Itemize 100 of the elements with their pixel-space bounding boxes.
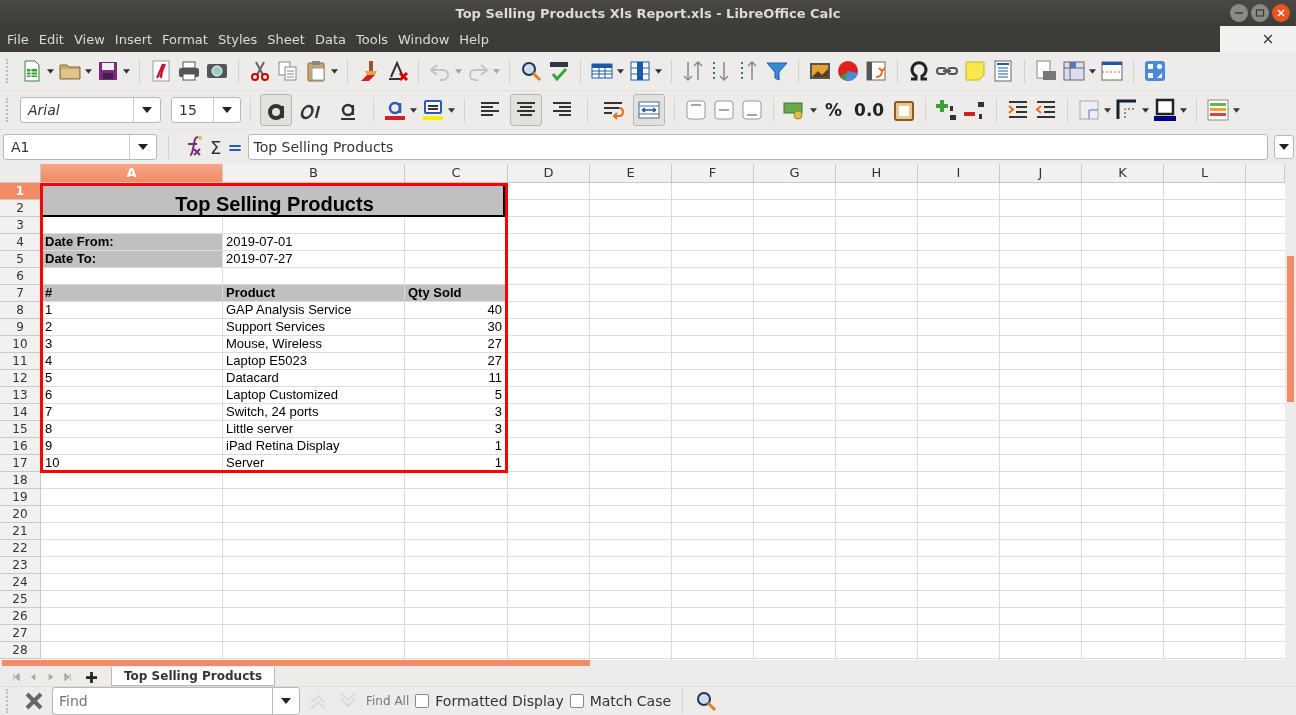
name-box[interactable]: A1 — [3, 134, 157, 160]
row-header[interactable]: 24 — [0, 574, 41, 591]
checkbox-label[interactable]: Match Case — [589, 693, 672, 709]
sheet-tab[interactable]: Top Selling Products — [111, 667, 276, 686]
checkbox-label[interactable]: Formatted Display — [435, 693, 564, 709]
row-header[interactable]: 7 — [0, 285, 41, 302]
number-format-button[interactable]: 0.0 — [850, 100, 889, 120]
dropdown-arrow-icon[interactable] — [1104, 107, 1112, 113]
dropdown-arrow-icon[interactable] — [47, 68, 54, 74]
find-replace-icon[interactable] — [694, 689, 719, 713]
sort-icon[interactable] — [681, 59, 705, 83]
sum-button[interactable]: Σ — [210, 136, 222, 158]
spellcheck-icon[interactable] — [547, 59, 571, 83]
align-center-button[interactable] — [510, 94, 542, 126]
row-header[interactable]: 19 — [0, 489, 41, 506]
pdf-icon[interactable] — [149, 59, 173, 83]
menu-item[interactable]: View — [68, 31, 110, 47]
expand-button[interactable] — [1274, 135, 1294, 159]
column-header[interactable]: F — [672, 164, 754, 183]
dropdown-arrow-icon[interactable] — [655, 68, 662, 74]
page-preview-icon[interactable] — [1034, 59, 1058, 83]
font-name-field[interactable]: Arial — [20, 97, 161, 123]
row-header[interactable]: 20 — [0, 506, 41, 523]
row-header[interactable]: 18 — [0, 472, 41, 489]
pivot-table-icon[interactable] — [864, 59, 888, 83]
row-header[interactable]: 14 — [0, 404, 41, 421]
menu-item[interactable]: Edit — [33, 31, 69, 47]
find-field[interactable]: Find — [52, 687, 272, 715]
menu-item[interactable]: Tools — [351, 31, 394, 47]
row-header[interactable]: 11 — [0, 353, 41, 370]
scissors-icon[interactable] — [248, 59, 272, 83]
dropdown-arrow-icon[interactable] — [331, 68, 338, 74]
row-header[interactable]: 26 — [0, 608, 41, 625]
row-header[interactable]: 17 — [0, 455, 41, 472]
checkbox[interactable] — [415, 694, 430, 708]
column-header[interactable]: I — [918, 164, 1000, 183]
column-header[interactable]: D — [508, 164, 590, 183]
dropdown-arrow-icon[interactable] — [448, 107, 455, 113]
row-header[interactable]: 22 — [0, 540, 41, 557]
minimize-button[interactable] — [1230, 4, 1248, 22]
dropdown-arrow-icon[interactable] — [810, 107, 817, 113]
column-header[interactable]: H — [836, 164, 918, 183]
menu-item[interactable]: Format — [157, 31, 213, 47]
border-color-icon[interactable] — [1153, 98, 1178, 122]
highlight-icon[interactable] — [421, 98, 445, 122]
menu-item[interactable]: Help — [454, 31, 494, 47]
conditional-format-icon[interactable] — [1206, 98, 1231, 122]
dropdown-arrow-icon[interactable] — [85, 68, 92, 74]
shapes-icon[interactable] — [1143, 59, 1167, 83]
save-icon[interactable] — [96, 59, 120, 83]
menu-item[interactable]: File — [2, 31, 34, 47]
row-header[interactable]: 9 — [0, 319, 41, 336]
row-header[interactable]: 6 — [0, 268, 41, 285]
menu-item[interactable]: Styles — [212, 31, 263, 47]
pie-chart-icon[interactable] — [836, 59, 860, 83]
columns-icon[interactable] — [628, 59, 652, 83]
find-replace-icon[interactable] — [519, 59, 543, 83]
close-document-button[interactable]: × — [1220, 26, 1296, 52]
row-header[interactable]: 27 — [0, 625, 41, 642]
formula-input[interactable]: Top Selling Products — [248, 134, 1268, 160]
row-header[interactable]: 8 — [0, 302, 41, 319]
scrollbar-thumb[interactable] — [1287, 256, 1294, 402]
dropdown-button[interactable] — [272, 687, 300, 715]
add-sheet-icon[interactable] — [86, 672, 97, 683]
column-header[interactable]: K — [1082, 164, 1164, 183]
row-header[interactable]: 10 — [0, 336, 41, 353]
filter-icon[interactable] — [765, 59, 789, 83]
row-header[interactable]: 16 — [0, 438, 41, 455]
scrollbar-thumb[interactable] — [2, 660, 590, 666]
freeze-icon[interactable] — [1062, 59, 1086, 83]
column-header[interactable]: B — [223, 164, 405, 183]
column-header[interactable]: L — [1164, 164, 1246, 183]
column-header[interactable]: C — [405, 164, 508, 183]
dropdown-arrow-icon[interactable] — [617, 68, 624, 74]
dropdown-arrow-icon[interactable] — [1142, 107, 1150, 113]
font-size-field[interactable]: 15 — [171, 97, 241, 123]
split-window-icon[interactable] — [1100, 59, 1124, 83]
find-all-button[interactable]: Find All — [366, 694, 410, 708]
row-header[interactable]: 28 — [0, 642, 41, 659]
column-header[interactable]: J — [1000, 164, 1082, 183]
row-header[interactable]: 21 — [0, 523, 41, 540]
close-button[interactable] — [1272, 4, 1290, 22]
dropdown-arrow-icon[interactable] — [1233, 107, 1241, 113]
formula-button[interactable]: = — [227, 136, 243, 158]
dropdown-arrow-icon[interactable] — [410, 107, 417, 113]
bold-button[interactable] — [260, 94, 292, 126]
menu-item[interactable]: Sheet — [262, 31, 310, 47]
menu-item[interactable]: Window — [393, 31, 455, 47]
dropdown-arrow-icon[interactable] — [1180, 107, 1188, 113]
merge-cells-button[interactable] — [633, 94, 665, 126]
print-icon[interactable] — [177, 59, 201, 83]
menu-item[interactable]: Insert — [109, 31, 158, 47]
row-header[interactable]: 5 — [0, 251, 41, 268]
row-header[interactable]: 15 — [0, 421, 41, 438]
number-format-button[interactable]: % — [821, 100, 847, 120]
row-header[interactable]: 23 — [0, 557, 41, 574]
column-header[interactable]: G — [754, 164, 836, 183]
row-header[interactable]: 4 — [0, 234, 41, 251]
column-header[interactable]: E — [590, 164, 672, 183]
row-header[interactable]: 13 — [0, 387, 41, 404]
